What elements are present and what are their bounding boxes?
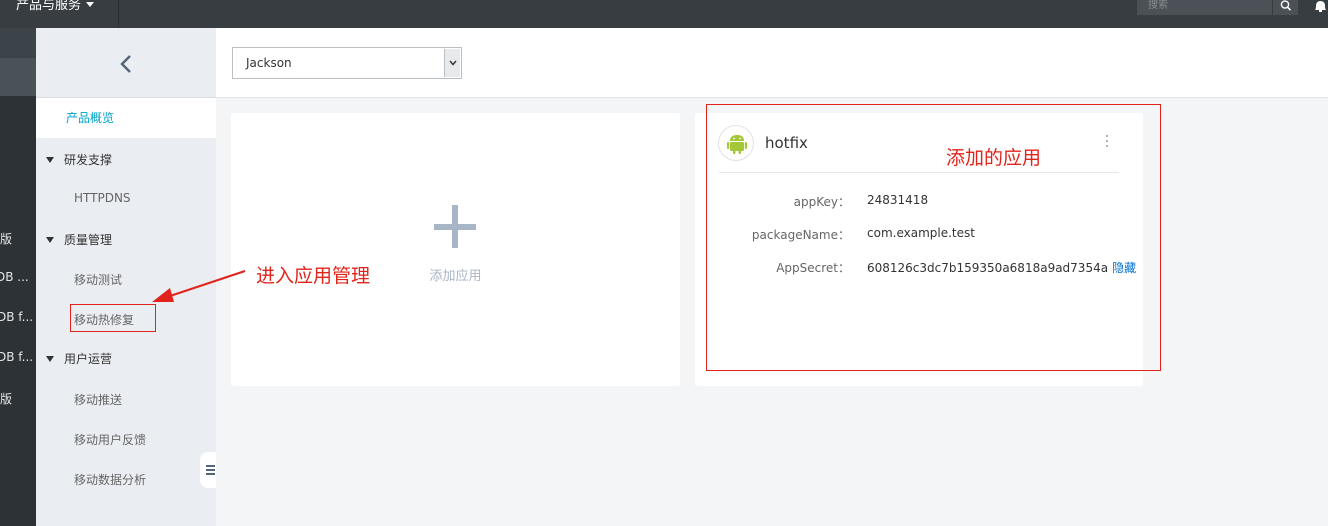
products-menu-label: 产品与服务	[16, 0, 82, 13]
sidebar-group-label: 质量管理	[64, 233, 113, 247]
chevron-down-icon	[449, 60, 457, 66]
sidebar-item-0[interactable]: 版	[0, 230, 12, 247]
sidebar-item-httpdns[interactable]: HTTPDNS	[74, 191, 131, 205]
menu-lines-icon	[206, 465, 215, 467]
annotation-arrow-icon	[152, 270, 246, 302]
caret-down-icon	[46, 157, 54, 163]
search-button[interactable]	[1272, 0, 1298, 15]
content-header: Jackson	[216, 28, 1328, 98]
sidebar-block-active	[0, 58, 36, 96]
main-sidebar-collapsed: 版 DB ... DB f... DB f... 版	[0, 28, 36, 526]
caret-down-icon	[86, 2, 95, 7]
annotation-enter-app-management: 进入应用管理	[256, 265, 371, 287]
notification-bell-icon[interactable]	[1313, 0, 1328, 18]
sidebar-block	[0, 28, 36, 58]
annotation-box-app	[706, 104, 1161, 371]
sidebar-item-4[interactable]: 版	[0, 390, 12, 407]
sidebar-group-label: 用户运营	[64, 352, 113, 366]
select-arrow[interactable]	[444, 49, 460, 77]
sidebar-item-mobile-testing[interactable]: 移动测试	[74, 271, 122, 288]
sidebar-group-quality[interactable]: 质量管理	[46, 231, 112, 248]
caret-down-icon	[46, 356, 54, 362]
annotation-highlight-box	[70, 304, 156, 332]
search-input[interactable]: 搜索	[1137, 0, 1272, 15]
top-navbar: 产品与服务 搜索	[0, 0, 1328, 28]
sidebar-item-3[interactable]: DB f...	[0, 350, 33, 364]
account-select-value: Jackson	[246, 56, 292, 70]
add-app-card[interactable]: 添加应用	[231, 113, 680, 386]
chevron-left-icon	[120, 55, 131, 73]
plus-icon-bar	[434, 224, 476, 230]
products-menu[interactable]: 产品与服务	[0, 0, 119, 28]
collapse-sidebar-button[interactable]	[36, 28, 216, 98]
sidebar-item-data-analytics[interactable]: 移动数据分析	[74, 471, 146, 488]
annotation-added-app: 添加的应用	[946, 147, 1042, 169]
search-icon	[1280, 0, 1292, 11]
sidebar-item-mobile-push[interactable]: 移动推送	[74, 391, 122, 408]
sidebar-item-2[interactable]: DB f...	[0, 310, 33, 324]
sidebar-group-dev-support[interactable]: 研发支撑	[46, 151, 112, 168]
sidebar-group-user-ops[interactable]: 用户运营	[46, 350, 112, 367]
sidebar-group-label: 研发支撑	[64, 153, 113, 167]
account-select[interactable]: Jackson	[232, 47, 462, 79]
sidebar-item-user-feedback[interactable]: 移动用户反馈	[74, 431, 146, 448]
caret-down-icon	[46, 237, 54, 243]
sidebar-toggle-handle[interactable]	[200, 452, 216, 488]
sidebar-item-1[interactable]: DB ...	[0, 270, 29, 284]
sidebar-item-overview[interactable]: 产品概览	[36, 98, 216, 138]
